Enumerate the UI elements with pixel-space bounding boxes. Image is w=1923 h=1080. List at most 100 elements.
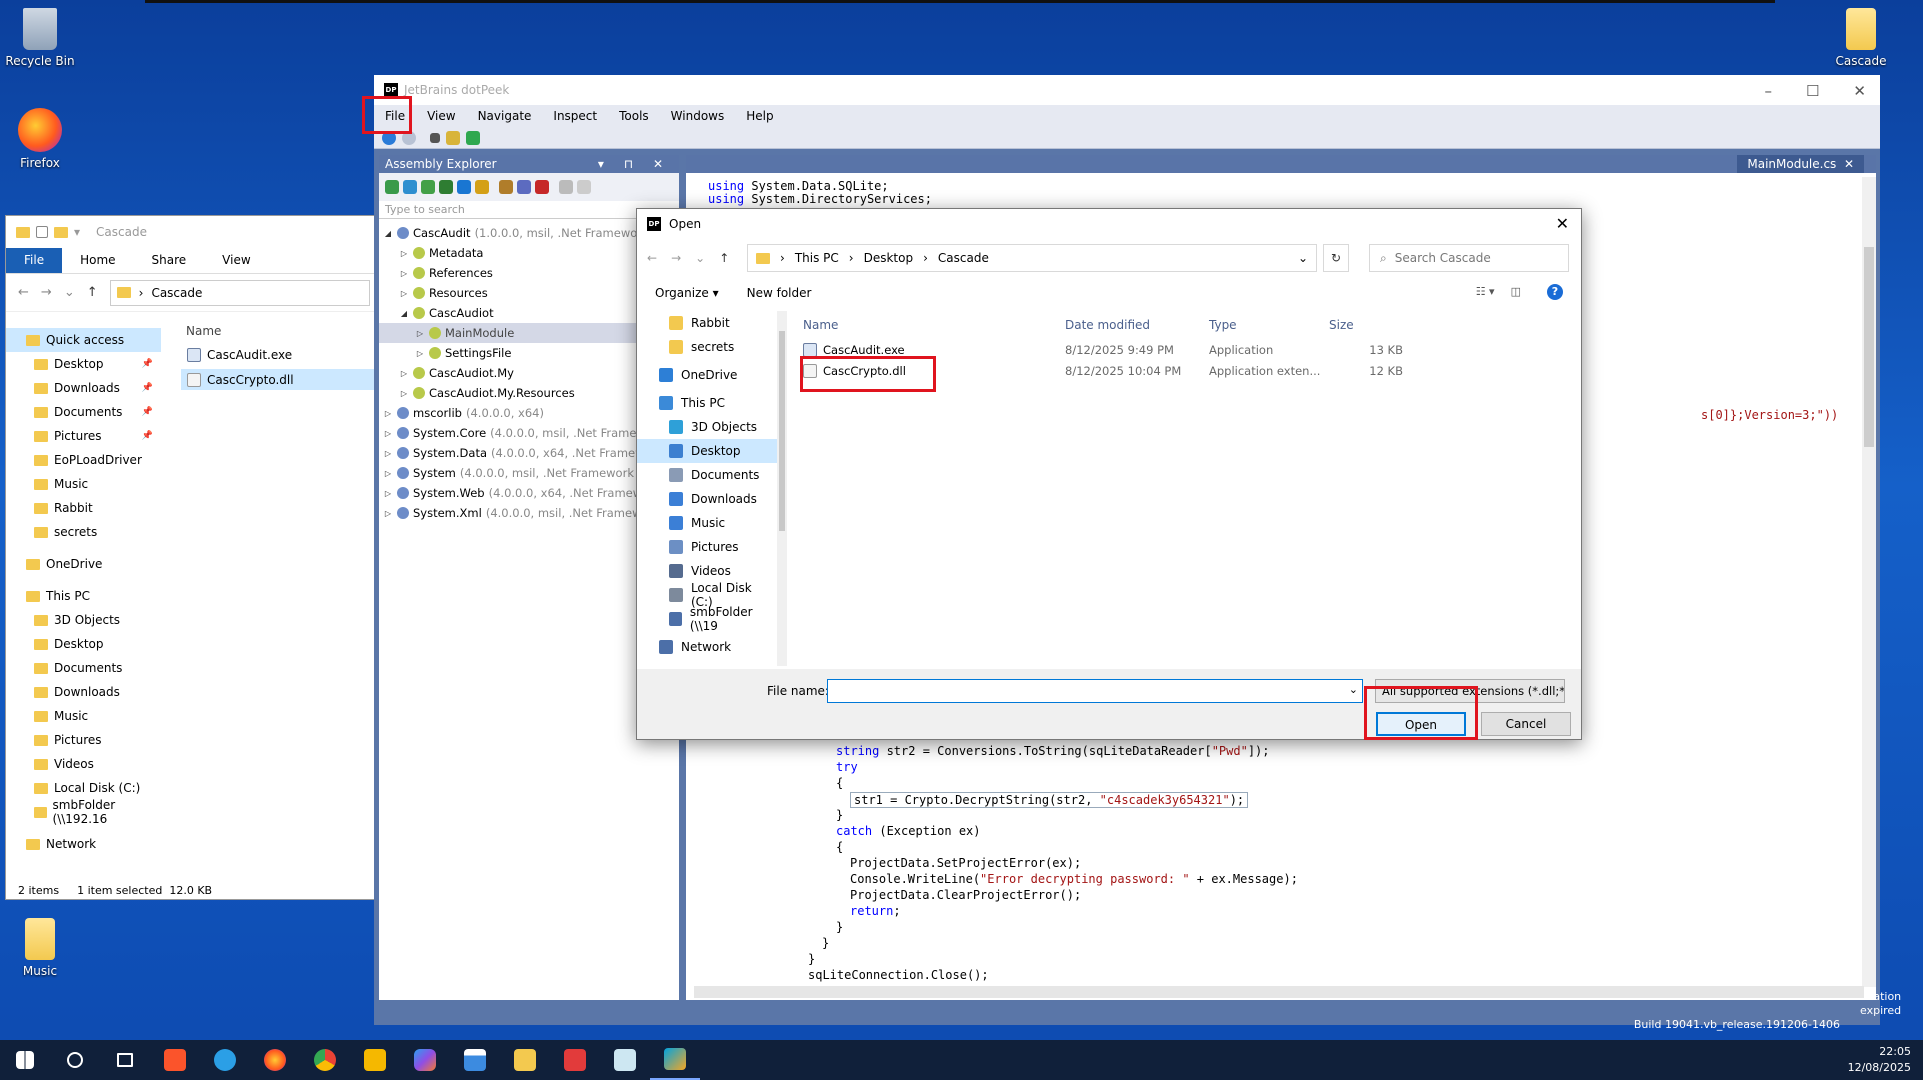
expand-arrow-icon[interactable]: ▷ [399,389,409,398]
tree-node[interactable]: ▷ CascAudiot.My [379,363,679,383]
nav-item[interactable]: Downloads [6,680,161,704]
scroll-thumb[interactable] [1864,247,1874,447]
pin-icon[interactable]: 📌 [142,407,153,417]
tree-node[interactable]: ▷ SettingsFile [379,343,679,363]
system-clock[interactable]: 22:05 12/08/2025 [1848,1044,1911,1076]
firefox-taskbar-button[interactable] [250,1040,300,1080]
expand-arrow-icon[interactable]: ▷ [399,269,409,278]
start-button[interactable] [0,1040,50,1080]
expand-arrow-icon[interactable]: ◢ [383,229,393,238]
desktop-icon-recycle-bin[interactable]: Recycle Bin [0,8,80,68]
tree-node[interactable]: ▷ System.Web (4.0.0.0, x64, .Net Framewor… [379,483,679,503]
dialog-nav-item[interactable]: Documents [637,463,777,487]
nav-item[interactable]: This PC [6,584,161,608]
maximize-icon[interactable]: ☐ [1806,82,1819,100]
nav-item[interactable]: Downloads 📌 [6,376,161,400]
toolbar-icon[interactable] [517,180,531,194]
assembly-search-input[interactable]: Type to search [379,201,679,219]
dialog-nav-item[interactable]: Network [637,635,777,659]
nav-item[interactable]: EoPLoadDriver [6,448,161,472]
brave-taskbar-button[interactable] [150,1040,200,1080]
safari-taskbar-button[interactable] [200,1040,250,1080]
nav-item[interactable]: smbFolder (\\192.16 [6,798,161,826]
chevron-down-icon[interactable]: ⌄ [1298,251,1308,265]
qat-dropdown-icon[interactable]: ▾ [74,225,80,239]
nav-item[interactable]: Desktop 📌 [6,352,161,376]
dialog-breadcrumb[interactable]: › This PC › Desktop › Cascade ⌄ [747,244,1317,272]
stop-icon[interactable] [430,132,440,143]
checkbox-icon[interactable] [36,226,48,238]
tree-node[interactable]: ▷ System.Core (4.0.0.0, msil, .Net Framew… [379,423,679,443]
toolbar-icon[interactable] [421,180,435,194]
organize-button[interactable]: Organize ▾ [655,286,719,300]
ribbon-tab-home[interactable]: Home [62,248,133,273]
pin-icon[interactable]: 📌 [142,359,153,369]
ribbon-tab-view[interactable]: View [204,248,268,273]
menu-tools[interactable]: Tools [608,106,660,126]
dialog-nav-item[interactable]: Desktop [637,439,777,463]
tree-node[interactable]: ▷ MainModule [379,323,679,343]
pin-icon[interactable]: 📌 [142,383,153,393]
forward-arrow-icon[interactable]: → [41,285,52,300]
desktop-icon-music[interactable]: Music [0,918,80,978]
nav-item[interactable]: OneDrive [6,552,161,576]
expand-arrow-icon[interactable]: ▷ [415,329,425,338]
dialog-nav-item[interactable]: Music [637,511,777,535]
up-arrow-icon[interactable]: ↑ [719,251,729,265]
wps-taskbar-button[interactable] [550,1040,600,1080]
menu-windows[interactable]: Windows [660,106,736,126]
back-arrow-icon[interactable]: ← [647,251,657,265]
expand-arrow-icon[interactable]: ▷ [383,469,393,478]
close-icon[interactable]: ✕ [1556,214,1569,233]
file-row[interactable]: CascCrypto.dll [181,369,376,390]
dialog-search-input[interactable]: ⌕ Search Cascade [1369,244,1569,272]
nav-item[interactable]: Videos [6,752,161,776]
nav-item[interactable]: Pictures 📌 [6,424,161,448]
expand-arrow-icon[interactable]: ◢ [399,309,409,318]
column-header-name[interactable]: Name [181,316,376,340]
tree-node[interactable]: ▷ References [379,263,679,283]
explorer-address-bar[interactable]: › Cascade [109,279,370,306]
chevron-down-icon[interactable]: ⌄ [64,285,75,300]
breadcrumb-item[interactable]: This PC [795,251,839,265]
dialog-nav-item[interactable]: This PC [637,391,777,415]
nav-item[interactable]: Quick access [6,328,161,352]
toolbar-icon[interactable] [403,180,417,194]
nav-item[interactable]: 3D Objects [6,608,161,632]
help-icon[interactable]: ? [1547,284,1563,300]
column-header-size[interactable]: Size [1323,318,1403,332]
copilot-taskbar-button[interactable] [400,1040,450,1080]
nav-item[interactable]: Pictures [6,728,161,752]
tree-node[interactable]: ▷ Resources [379,283,679,303]
nav-item[interactable]: Rabbit [6,496,161,520]
up-arrow-icon[interactable]: ↑ [87,285,98,300]
toolbar-icon[interactable] [457,180,471,194]
dialog-nav-item[interactable]: smbFolder (\\19 [637,605,777,633]
scroll-thumb[interactable] [779,331,785,531]
dialog-nav-item[interactable]: Pictures [637,535,777,559]
desktop-icon-cascade[interactable]: Cascade [1821,8,1901,68]
notes-taskbar-button[interactable] [600,1040,650,1080]
store-taskbar-button[interactable] [450,1040,500,1080]
menu-navigate[interactable]: Navigate [467,106,543,126]
view-options-icon[interactable]: ☷ ▾ [1476,285,1495,298]
dialog-nav-item[interactable]: OneDrive [637,363,777,387]
chevron-down-icon[interactable]: ⌄ [1349,683,1358,696]
pin-icon[interactable]: 📌 [142,431,153,441]
nav-item[interactable]: Desktop [6,632,161,656]
tree-node[interactable]: ▷ mscorlib (4.0.0.0, x64) [379,403,679,423]
column-header-type[interactable]: Type [1203,318,1323,332]
panel-controls-icon[interactable]: ▾ ⊓ ✕ [598,157,671,171]
desktop-icon-firefox[interactable]: Firefox [0,108,80,170]
toolbar-icon[interactable] [499,180,513,194]
tree-node[interactable]: ◢ CascAudit (1.0.0.0, msil, .Net Framewor… [379,223,679,243]
back-arrow-icon[interactable]: ← [18,285,29,300]
toolbar-icon[interactable] [577,180,591,194]
tree-node[interactable]: ▷ System.Xml (4.0.0.0, msil, .Net Framewo… [379,503,679,523]
expand-arrow-icon[interactable]: ▷ [415,349,425,358]
tree-node[interactable]: ▷ CascAudiot.My.Resources [379,383,679,403]
tab-mainmodule[interactable]: MainModule.cs ✕ [1737,155,1864,173]
dialog-nav-item[interactable]: Rabbit [637,311,777,335]
dialog-nav-item[interactable]: Local Disk (C:) [637,581,777,609]
nav-item[interactable]: secrets [6,520,161,544]
